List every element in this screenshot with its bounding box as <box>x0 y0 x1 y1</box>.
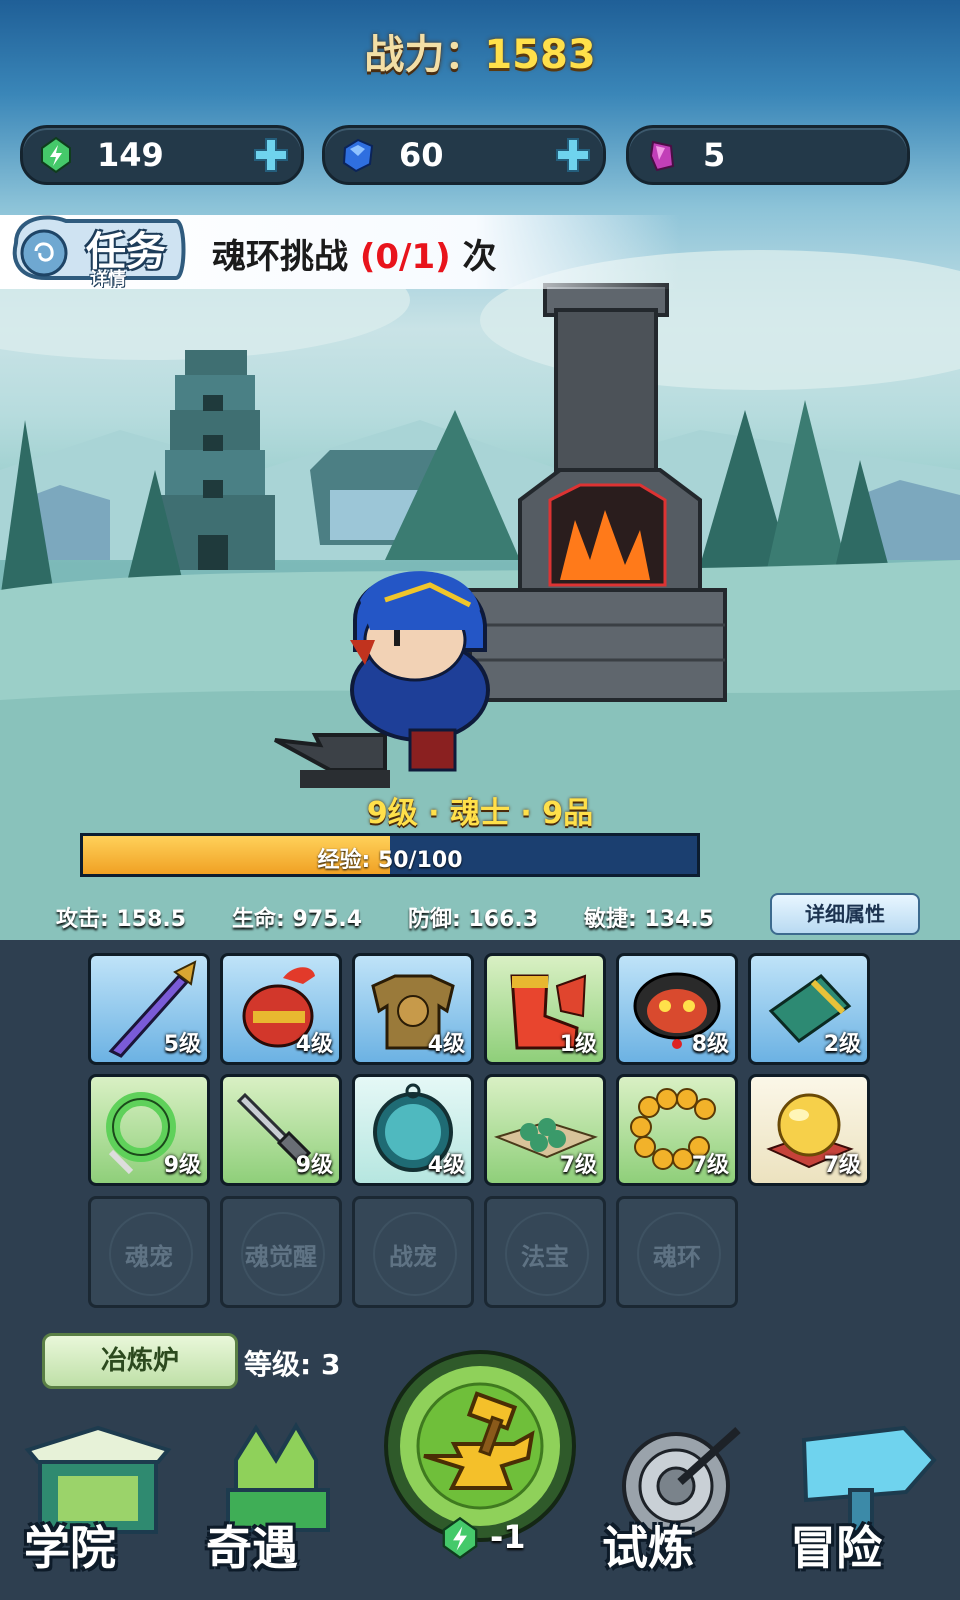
stat-attack: 攻击: 158.5 <box>56 907 187 932</box>
equip-level: 1级 <box>559 1032 597 1057</box>
task-badge-subtitle: 详情 <box>90 269 126 290</box>
locked-slot-label: 法宝 <box>521 1243 569 1271</box>
equip-level: 2级 <box>823 1032 861 1057</box>
forge-button[interactable] <box>382 1348 578 1544</box>
blue-gem-value: 60 <box>399 136 444 174</box>
equip-level: 7级 <box>559 1153 597 1178</box>
equip-slot-mask[interactable]: 8级 <box>616 953 738 1065</box>
add-energy-plus-icon[interactable] <box>253 137 289 173</box>
energy-value: 149 <box>97 136 164 174</box>
forge-cost-value: -1 <box>490 1518 526 1556</box>
forge-cost: -1 <box>438 1516 538 1560</box>
nav-adventure-label: 冒险 <box>790 1521 882 1575</box>
equip-slot-jade-ring[interactable]: 9级 <box>88 1074 210 1186</box>
stat-agility: 敏捷: 134.5 <box>584 907 715 932</box>
combat-power-separator: ： <box>444 32 485 78</box>
equip-level: 9级 <box>295 1153 333 1178</box>
nav-encounter-label: 奇遇 <box>206 1521 298 1575</box>
resource-purple-crystal: 5 <box>626 125 910 185</box>
equip-level: 4级 <box>427 1153 465 1178</box>
nav-trial[interactable]: 试炼 <box>598 1420 758 1590</box>
equip-slot-bead-necklace[interactable]: 7级 <box>616 1074 738 1186</box>
nav-academy[interactable]: 学院 <box>18 1420 178 1590</box>
nav-academy-label: 学院 <box>24 1521 116 1575</box>
locked-slot-label: 战宠 <box>389 1243 437 1271</box>
combat-power: 战力：1583 <box>0 22 960 80</box>
nav-trial-label: 试炼 <box>602 1521 694 1575</box>
equip-slot-helmet[interactable]: 4级 <box>220 953 342 1065</box>
green-energy-crystal-icon <box>41 136 71 174</box>
blue-gem-icon <box>342 138 374 173</box>
purple-crystal-value: 5 <box>703 136 726 174</box>
task-progress: (0/1) <box>359 237 451 277</box>
equip-level: 4级 <box>295 1032 333 1057</box>
exp-bar: 经验: 50/100 <box>80 833 700 877</box>
combat-power-label: 战力 <box>364 32 445 78</box>
locked-slot-soul-pet[interactable]: 魂宠 <box>88 1196 210 1308</box>
equip-slot-bracer[interactable]: 2级 <box>748 953 870 1065</box>
nav-encounter[interactable]: 奇遇 <box>198 1420 358 1590</box>
task-text-suffix: 次 <box>462 237 497 277</box>
resource-energy: 149 <box>20 125 304 185</box>
equip-slot-boots[interactable]: 1级 <box>484 953 606 1065</box>
game-scene: 战力：1583 149 60 5 任务 详情 魂环挑战 (0/1) 次 9级 ·… <box>0 0 960 940</box>
detail-attributes-button[interactable]: 详细属性 <box>770 893 920 935</box>
task-banner[interactable]: 任务 详情 魂环挑战 (0/1) 次 <box>0 215 680 290</box>
character-level-line: 9级 · 魂士 · 9品 <box>366 796 594 831</box>
equip-slot-beads-tray[interactable]: 7级 <box>484 1074 606 1186</box>
locked-slot-label: 魂觉醒 <box>245 1243 317 1271</box>
equip-level: 4级 <box>427 1032 465 1057</box>
task-text-prefix: 魂环挑战 <box>212 237 348 277</box>
locked-slot-soul-awakening[interactable]: 魂觉醒 <box>220 1196 342 1308</box>
add-blue-gem-plus-icon[interactable] <box>555 137 591 173</box>
equip-slot-mirror[interactable]: 4级 <box>352 1074 474 1186</box>
locked-slot-label: 魂宠 <box>125 1243 173 1271</box>
locked-slot-soul-ring[interactable]: 魂环 <box>616 1196 738 1308</box>
equip-slot-sword[interactable]: 5级 <box>88 953 210 1065</box>
stat-defense: 防御: 166.3 <box>408 907 539 932</box>
equip-level: 7级 <box>691 1153 729 1178</box>
equip-level: 9级 <box>163 1153 201 1178</box>
purple-crystal-icon <box>649 140 675 172</box>
furnace-level: 等级: 3 <box>244 1348 341 1381</box>
locked-slot-label: 魂环 <box>653 1243 701 1271</box>
exp-label: 经验: 50/100 <box>317 848 463 873</box>
combat-power-value: 1583 <box>484 32 596 78</box>
furnace-label: 冶炼炉 <box>42 1333 238 1389</box>
equip-level: 8级 <box>691 1032 729 1057</box>
equip-level: 7级 <box>823 1153 861 1178</box>
pagoda-illustration <box>160 350 275 570</box>
green-energy-crystal-icon <box>442 1516 478 1560</box>
resource-blue-gem: 60 <box>322 125 606 185</box>
task-badge[interactable]: 任务 详情 <box>6 203 186 299</box>
equip-slot-armor[interactable]: 4级 <box>352 953 474 1065</box>
stat-hp: 生命: 975.4 <box>232 907 363 932</box>
locked-slot-battle-pet[interactable]: 战宠 <box>352 1196 474 1308</box>
locked-slot-magic-treasure[interactable]: 法宝 <box>484 1196 606 1308</box>
equip-level: 5级 <box>163 1032 201 1057</box>
equip-slot-golden-orb[interactable]: 7级 <box>748 1074 870 1186</box>
nav-adventure[interactable]: 冒险 <box>784 1420 954 1590</box>
task-description: 魂环挑战 (0/1) 次 <box>212 229 497 278</box>
equip-slot-dagger[interactable]: 9级 <box>220 1074 342 1186</box>
